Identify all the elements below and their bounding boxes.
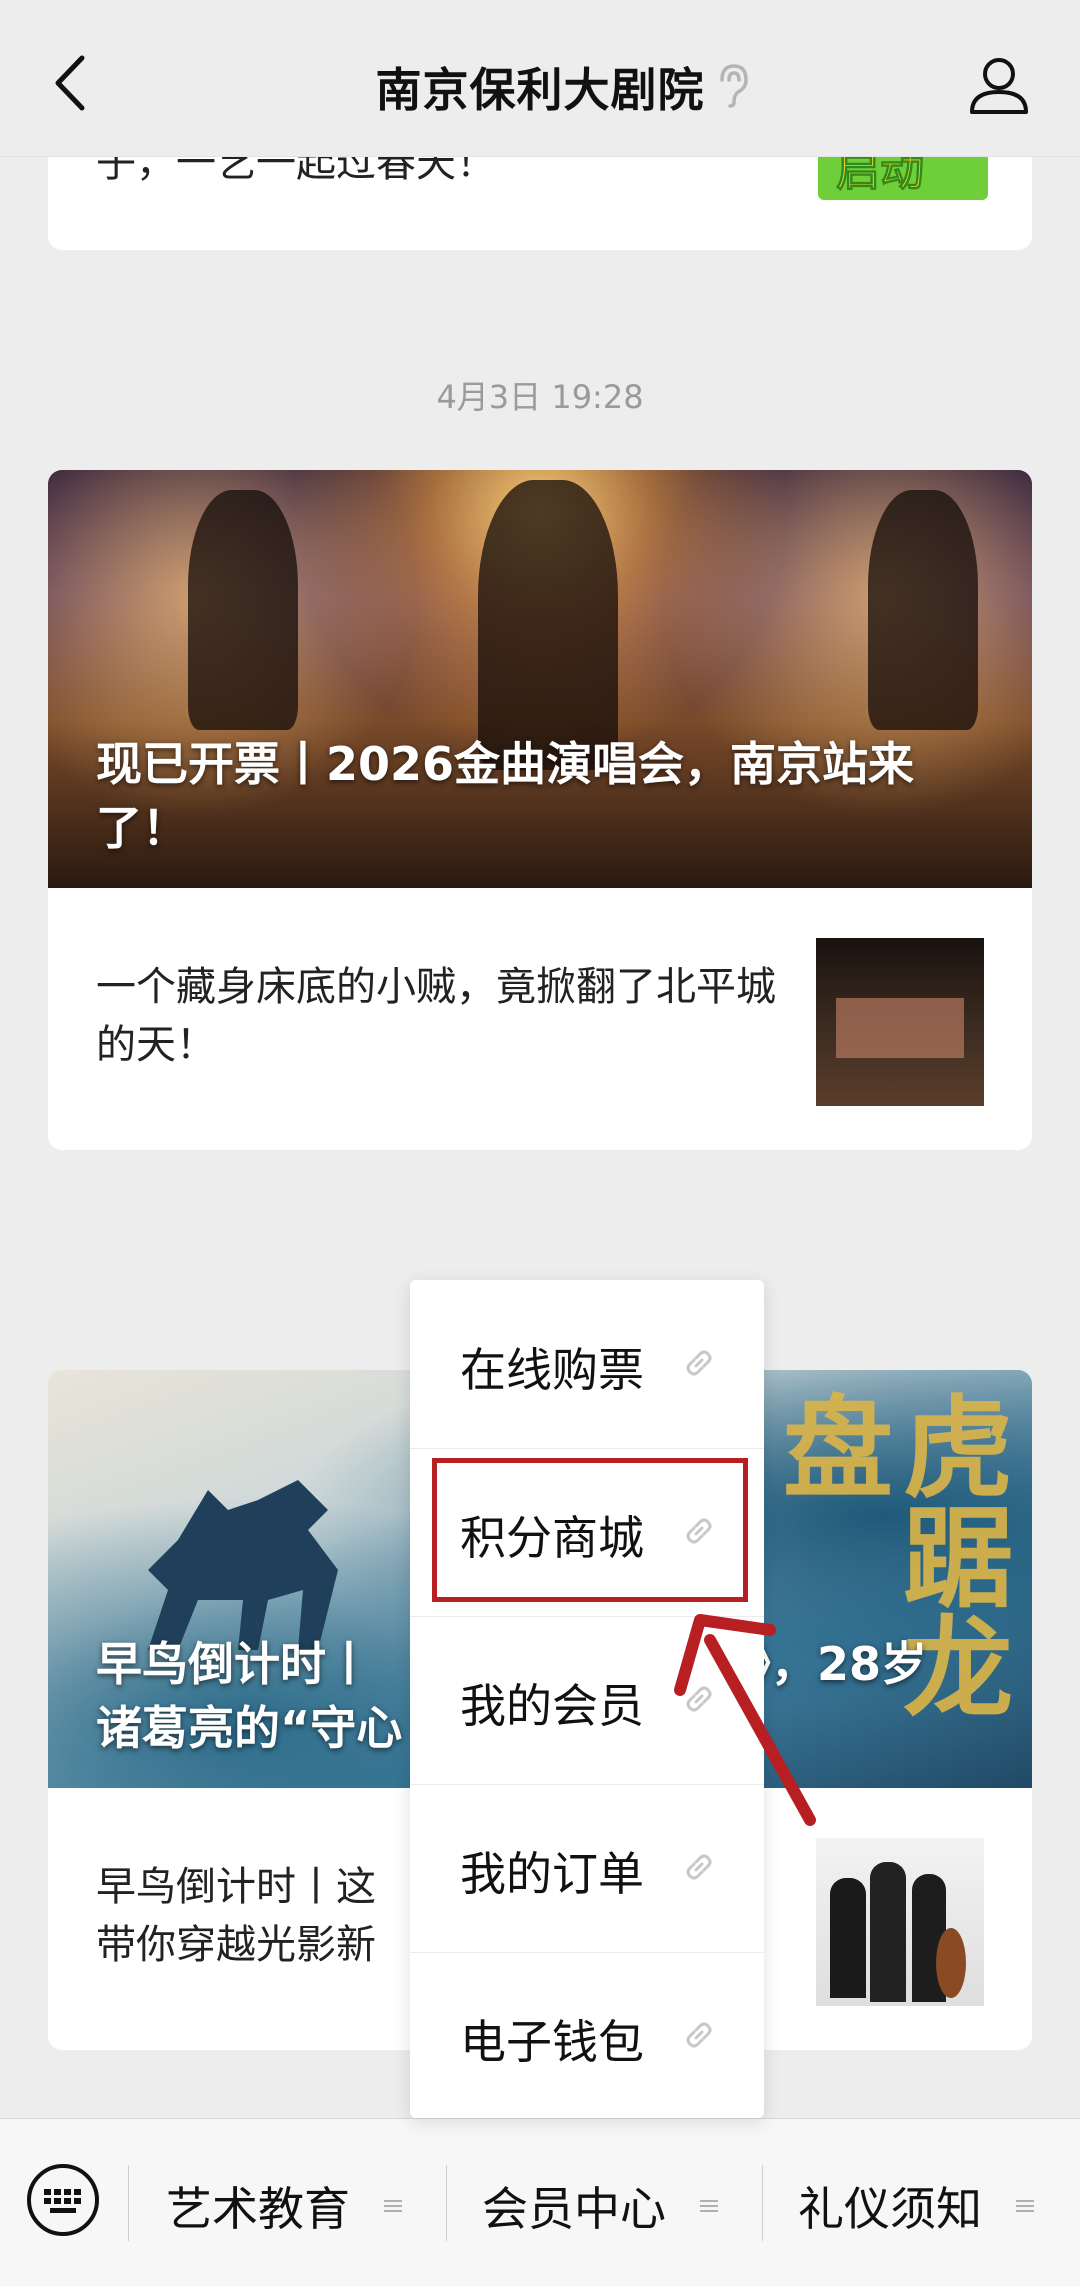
article-thumbnail [816, 1838, 984, 2006]
navigation-bar: 南京保利大剧院 [0, 0, 1080, 157]
article-hero[interactable]: 现已开票丨2026金曲演唱会，南京站来了！ [48, 470, 1032, 888]
annotation-arrow-icon [674, 1614, 816, 1826]
article-group: 现已开票丨2026金曲演唱会，南京站来了！ 一个藏身床底的小贼，竟掀翻了北平城的… [48, 470, 1032, 1150]
performer-image [188, 490, 298, 730]
divider [762, 2165, 763, 2241]
menu-item-online-tickets[interactable]: 在线购票 [410, 1280, 764, 1449]
menu-item-e-wallet[interactable]: 电子钱包 [410, 1952, 764, 2120]
article-title: 现已开票丨2026金曲演唱会，南京站来了！ [96, 737, 915, 855]
article-thumbnail [816, 938, 984, 1106]
performer-image [868, 490, 978, 730]
link-icon [686, 1350, 712, 1376]
keyboard-icon[interactable] [24, 2161, 102, 2239]
link-icon [686, 1854, 712, 1880]
menu-lines-icon [1016, 2200, 1034, 2212]
divider [446, 2165, 447, 2241]
link-icon [686, 2022, 712, 2048]
list-item[interactable]: 一个藏身床底的小贼，竟掀翻了北平城的天！ [48, 888, 1032, 1150]
menu-lines-icon [384, 2200, 402, 2212]
divider [128, 2165, 129, 2241]
article-sub-title: 一个藏身床底的小贼，竟掀翻了北平城的天！ [96, 964, 776, 1068]
page-title: 南京保利大剧院 [375, 63, 705, 117]
ear-icon[interactable] [712, 60, 752, 110]
message-timestamp: 4月3日 19:28 [436, 378, 644, 416]
performer-image [478, 480, 618, 770]
bottom-menu-bar: 艺术教育 会员中心 礼仪须知 [0, 2118, 1080, 2286]
article-title: 早鸟倒计时丨 诸葛亮的“守心 [96, 1637, 403, 1755]
menu-lines-icon [700, 2200, 718, 2212]
user-profile-icon[interactable] [964, 50, 1034, 120]
highlight-annotation-box [432, 1458, 748, 1602]
